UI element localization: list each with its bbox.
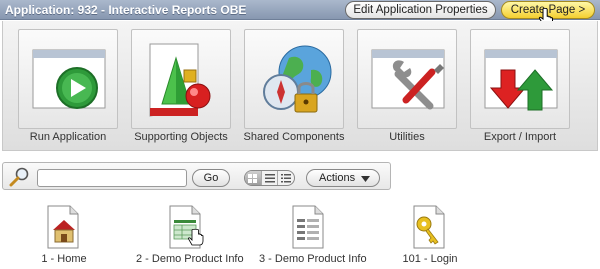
form-page-icon bbox=[292, 205, 324, 249]
edit-application-properties-button[interactable]: Edit Application Properties bbox=[345, 1, 496, 19]
supporting-objects-tile[interactable] bbox=[131, 29, 231, 129]
search-input[interactable] bbox=[37, 169, 187, 187]
go-button[interactable]: Go bbox=[192, 169, 230, 187]
details-view-icon bbox=[281, 173, 292, 182]
actions-menu-button[interactable]: Actions bbox=[306, 169, 380, 187]
application-title: Application: 932 - Interactive Reports O… bbox=[5, 3, 247, 17]
list-view-icon bbox=[264, 173, 275, 182]
login-page-icon bbox=[413, 205, 445, 249]
report-page-icon bbox=[169, 205, 204, 249]
page-label-home: 1 - Home bbox=[41, 253, 87, 265]
page-label-demo-product-info-form: 3 - Demo Product Info bbox=[259, 253, 367, 265]
page-label-login: 101 - Login bbox=[402, 253, 458, 265]
chevron-down-icon bbox=[361, 176, 370, 182]
page-search-toolbar: Go Actions bbox=[2, 162, 391, 190]
icon-view-button[interactable] bbox=[245, 171, 261, 185]
shared-components-tile[interactable] bbox=[244, 29, 344, 129]
export-import-icon bbox=[484, 49, 558, 111]
export-import-tile[interactable] bbox=[470, 29, 570, 129]
page-label-demo-product-info-report: 2 - Demo Product Info bbox=[136, 253, 244, 265]
application-header: Application: 932 - Interactive Reports O… bbox=[0, 0, 600, 20]
utilities-icon bbox=[371, 49, 445, 110]
search-icon bbox=[9, 167, 29, 187]
view-toggle-group bbox=[244, 170, 295, 186]
application-home-panel: Run Application Supporting Objects Share… bbox=[2, 21, 598, 151]
details-view-button[interactable] bbox=[277, 171, 294, 185]
actions-label: Actions bbox=[319, 172, 356, 184]
export-import-label: Export / Import bbox=[483, 131, 557, 143]
list-view-button[interactable] bbox=[260, 171, 278, 185]
home-page-icon bbox=[47, 205, 79, 249]
run-application-icon bbox=[32, 49, 106, 109]
utilities-tile[interactable] bbox=[357, 29, 457, 129]
icon-view-icon bbox=[248, 173, 258, 183]
shared-components-icon bbox=[263, 45, 332, 113]
supporting-objects-icon bbox=[149, 43, 211, 117]
run-application-tile[interactable] bbox=[18, 29, 118, 129]
